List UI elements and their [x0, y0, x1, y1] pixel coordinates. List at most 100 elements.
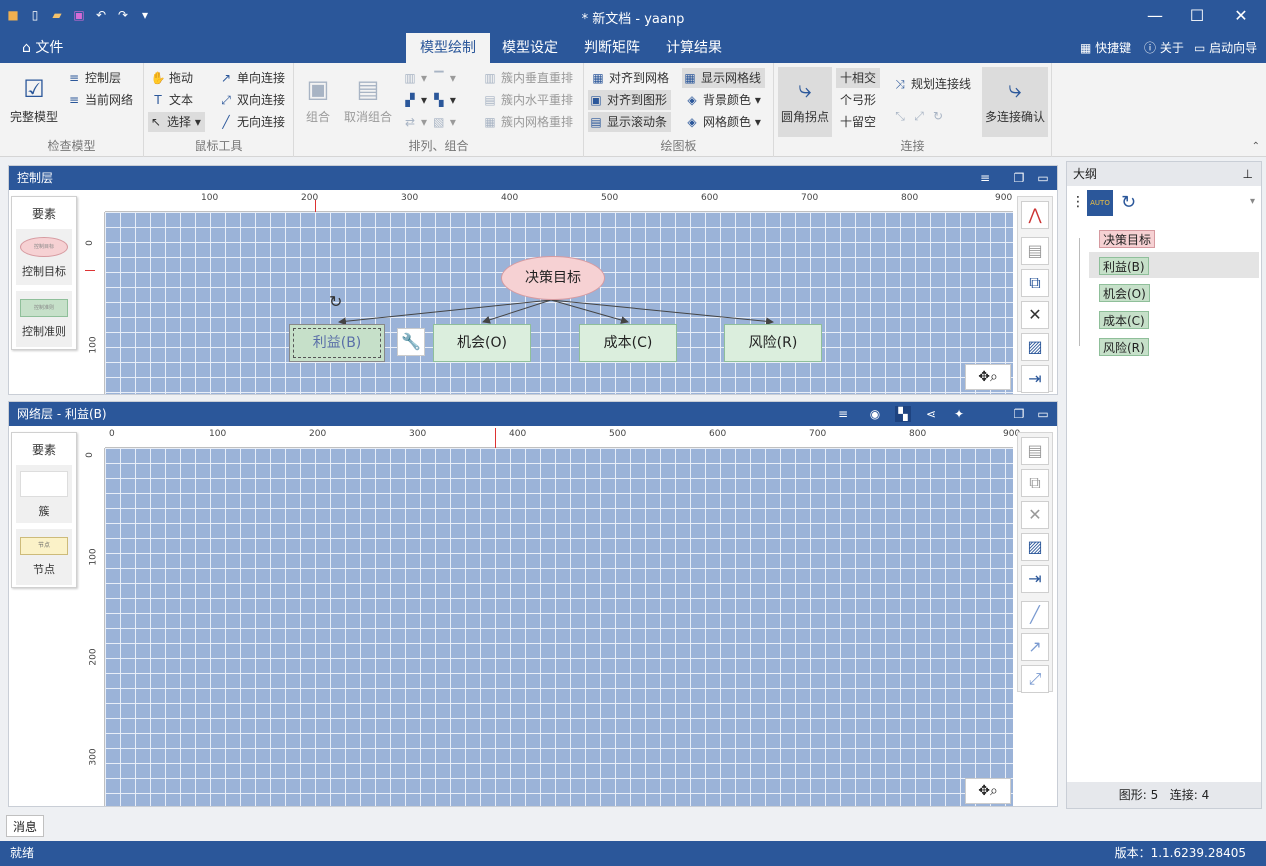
outline-item-opportunity[interactable]: 机会(O) — [1089, 279, 1259, 305]
outline-item-risk[interactable]: 风险(R) — [1089, 333, 1259, 359]
one-way-connect-button[interactable]: ↗ 单向连接 — [218, 68, 285, 88]
pin-icon[interactable]: ⊥ — [1243, 162, 1253, 186]
no-dir-connect-button[interactable]: ╱ 无向连接 — [218, 112, 285, 132]
zoom-icon[interactable]: ⌕ — [990, 783, 998, 799]
select-tool-button[interactable]: ↖ 选择 ▾ — [148, 112, 205, 132]
pan-zoom-control[interactable]: ✥⌕ — [965, 364, 1011, 390]
auto-layout-icon[interactable]: AUTO — [1087, 190, 1113, 216]
intersect-button[interactable]: 十相交 — [836, 68, 881, 88]
copy-icon[interactable]: ⧉ — [1021, 269, 1049, 297]
rotate-handle-icon[interactable]: ↻ — [329, 292, 342, 311]
arrow-up-right-icon[interactable]: ↗ — [1021, 633, 1049, 661]
restore-icon[interactable]: ❐ — [1011, 170, 1027, 186]
arc-button[interactable]: 个弓形 — [840, 90, 876, 110]
control-canvas[interactable]: 决策目标 ↻ 利益(B) 🔧 机会(O) 成本(C) 风险(R) ✥⌕ — [105, 212, 1013, 394]
sort-icon[interactable]: ≡ — [977, 170, 993, 186]
node-cost[interactable]: 成本(C) — [579, 324, 677, 362]
full-model-button[interactable]: ☑ 完整模型 — [6, 73, 62, 125]
shortcuts-button[interactable]: ▦ 快捷键 — [1080, 39, 1131, 57]
drag-tool-button[interactable]: ✋ 拖动 — [150, 68, 194, 88]
cluster-view-icon[interactable]: ▚ — [895, 406, 911, 422]
restore-icon[interactable]: ❐ — [1011, 406, 1027, 422]
align-shape-button[interactable]: ▣ 对齐到图形 — [588, 90, 672, 110]
image-icon[interactable]: ▨ — [1021, 533, 1049, 561]
paste-icon[interactable]: ▤ — [1021, 237, 1049, 265]
outline-item-benefit[interactable]: 利益(B) — [1089, 252, 1259, 278]
tab-calc-results[interactable]: 计算结果 — [652, 33, 736, 63]
arrange-icon[interactable]: ▞ ▾ ▚ ▾ — [402, 90, 456, 110]
palette-title: 要素 — [31, 443, 56, 457]
dropdown-icon[interactable]: ▾ — [1250, 196, 1255, 207]
align-grid-button[interactable]: ▦ 对齐到网格 — [590, 68, 669, 88]
control-layer-button[interactable]: ≡ 控制层 — [66, 68, 121, 88]
group-button[interactable]: ▣ 组合 — [300, 73, 336, 125]
round-corner-button[interactable]: ⤷ 圆角拐点 — [778, 67, 832, 137]
maximize-panel-icon[interactable]: ▭ — [1035, 406, 1051, 422]
move-icon[interactable]: ✥ — [978, 783, 990, 799]
pan-zoom-control[interactable]: ✥⌕ — [965, 778, 1011, 804]
network-canvas[interactable]: ✥⌕ — [105, 448, 1013, 806]
zoom-icon[interactable]: ⌕ — [990, 369, 998, 385]
minimize-icon[interactable]: — — [1140, 4, 1170, 28]
more-options-icon[interactable]: ⋮ — [1071, 194, 1085, 210]
delete-icon[interactable]: ✕ — [1021, 301, 1049, 329]
guide-button[interactable]: ▭ 启动向导 — [1194, 39, 1257, 57]
close-icon[interactable]: ✕ — [1226, 4, 1256, 28]
resize-icon[interactable]: ⤢ — [1021, 665, 1049, 693]
copy-icon[interactable]: ⧉ — [1021, 469, 1049, 497]
two-way-connect-button[interactable]: ⤢ 双向连接 — [218, 90, 285, 110]
distribute-icon[interactable]: ⇄ ▾ ▧ ▾ — [402, 112, 456, 132]
eye-icon[interactable]: ◉ — [867, 406, 883, 422]
show-grid-button[interactable]: ▦ 显示网格线 — [682, 68, 766, 88]
cluster-horizontal-button[interactable]: ▤ 簇内水平重排 — [482, 90, 573, 110]
share-icon[interactable]: ⋖ — [923, 406, 939, 422]
bg-color-button[interactable]: ◈ 背景颜色 ▾ — [684, 90, 760, 110]
file-menu[interactable]: ⌂ 文件 — [8, 33, 77, 63]
multi-confirm-button[interactable]: ⤷ 多连接确认 — [982, 67, 1048, 137]
export-icon[interactable]: ⇥ — [1021, 565, 1049, 593]
move-icon[interactable]: ✥ — [978, 369, 990, 385]
maximize-panel-icon[interactable]: ▭ — [1035, 170, 1051, 186]
messages-tab[interactable]: 消息 — [6, 815, 45, 837]
tab-model-draw[interactable]: 模型绘制 — [406, 33, 490, 63]
gap-button[interactable]: 十留空 — [840, 112, 876, 132]
outline-item-goal[interactable]: 决策目标 — [1089, 225, 1259, 251]
grid-color-button[interactable]: ◈ 网格颜色 ▾ — [684, 112, 760, 132]
sort-icon[interactable]: ≡ — [835, 406, 851, 422]
align-top-icon[interactable]: ▥ ▾ ▔ ▾ — [402, 68, 456, 88]
current-network-button[interactable]: ≡ 当前网络 — [66, 90, 133, 110]
connection-line[interactable] — [550, 299, 774, 326]
palette-item-node[interactable]: 节点 节点 — [16, 529, 72, 585]
show-scroll-button[interactable]: ▤ 显示滚动条 — [588, 112, 672, 132]
about-button[interactable]: ⓘ 关于 — [1144, 39, 1184, 57]
connection-line[interactable] — [338, 299, 552, 326]
paste-icon[interactable]: ▤ — [1021, 437, 1049, 465]
plan-lines-button[interactable]: ⤨ 规划连接线 — [892, 74, 971, 94]
refresh-icon[interactable]: ↻ — [1121, 192, 1136, 213]
connection-line[interactable] — [550, 299, 629, 324]
palette-item-cluster[interactable]: 簇 — [16, 465, 72, 523]
ungroup-button[interactable]: ▤ 取消组合 — [340, 73, 396, 125]
image-icon[interactable]: ▨ — [1021, 333, 1049, 361]
goal-node[interactable]: 决策目标 — [501, 256, 605, 300]
cluster-vertical-button[interactable]: ▥ 簇内垂直重排 — [482, 68, 573, 88]
layout-icon[interactable]: ⋀ — [1021, 201, 1049, 229]
collapse-ribbon-icon[interactable]: ⌃ — [1252, 141, 1260, 152]
wrench-icon[interactable]: 🔧 — [397, 328, 425, 356]
node-benefit[interactable]: 利益(B) — [289, 324, 385, 362]
delete-icon[interactable]: ✕ — [1021, 501, 1049, 529]
pen-icon[interactable]: ╱ — [1021, 601, 1049, 629]
tab-model-settings[interactable]: 模型设定 — [488, 33, 572, 63]
cluster-grid-button[interactable]: ▦ 簇内网格重排 — [482, 112, 573, 132]
palette-item-control-criterion[interactable]: 控制准则 控制准则 — [16, 291, 72, 347]
tab-judgment-matrix[interactable]: 判断矩阵 — [570, 33, 654, 63]
maximize-icon[interactable]: ☐ — [1182, 4, 1212, 28]
star-icon[interactable]: ✦ — [951, 406, 967, 422]
outline-item-cost[interactable]: 成本(C) — [1089, 306, 1259, 332]
node-opportunity[interactable]: 机会(O) — [433, 324, 531, 362]
export-icon[interactable]: ⇥ — [1021, 365, 1049, 393]
connector-tools[interactable]: ⤡ ⤢ ↻ — [892, 106, 949, 126]
text-tool-button[interactable]: T 文本 — [150, 90, 193, 110]
node-risk[interactable]: 风险(R) — [724, 324, 822, 362]
palette-item-control-goal[interactable]: 控制目标 控制目标 — [16, 229, 72, 285]
